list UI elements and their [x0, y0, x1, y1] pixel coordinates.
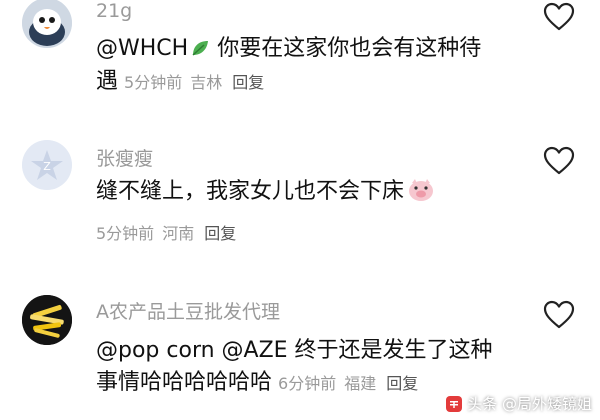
- toutiao-logo-icon: [446, 395, 463, 412]
- comment-text-line2: 遇 5分钟前 吉林 回复: [96, 69, 265, 94]
- bird-avatar-icon: [22, 0, 72, 48]
- fries-avatar-icon: [22, 295, 72, 345]
- pig-face-emoji-icon: [408, 178, 434, 211]
- watermark: 头条 @局外矮镜姐: [446, 393, 592, 414]
- reply-button[interactable]: 回复: [386, 374, 418, 393]
- svg-text:Z: Z: [43, 160, 51, 173]
- username[interactable]: 21g: [96, 0, 132, 22]
- default-avatar-icon: Z: [22, 140, 72, 190]
- leaf-emoji-icon: [190, 37, 210, 67]
- reply-button[interactable]: 回复: [232, 73, 264, 92]
- avatar[interactable]: [22, 295, 72, 345]
- username[interactable]: A农产品土豆批发代理: [96, 297, 280, 324]
- avatar[interactable]: Z: [22, 140, 72, 190]
- comment-meta: 5分钟前 河南 回复: [96, 220, 236, 244]
- comment-text: 缝不缝上，我家女儿也不会下床: [96, 177, 434, 211]
- like-heart-icon[interactable]: [543, 300, 575, 330]
- comment-text-line2: 事情哈哈哈哈哈哈 6分钟前 福建 回复: [96, 370, 419, 395]
- avatar[interactable]: [22, 0, 72, 48]
- comment-text: @pop corn @AZE 终于还是发生了这种: [96, 338, 493, 363]
- location: 吉林: [190, 73, 223, 92]
- comment-text: @WHCH 你要在这家你也会有这种待: [96, 34, 481, 67]
- location: 河南: [162, 224, 195, 243]
- like-heart-icon[interactable]: [543, 2, 575, 32]
- mention-link[interactable]: @WHCH: [96, 36, 188, 61]
- like-heart-icon[interactable]: [543, 146, 575, 176]
- timestamp: 6分钟前: [278, 374, 337, 393]
- location: 福建: [344, 374, 377, 393]
- reply-button[interactable]: 回复: [204, 224, 236, 243]
- timestamp: 5分钟前: [96, 224, 155, 243]
- watermark-text: 头条 @局外矮镜姐: [467, 395, 592, 413]
- username[interactable]: 张瘦瘦: [96, 144, 153, 171]
- timestamp: 5分钟前: [124, 73, 183, 92]
